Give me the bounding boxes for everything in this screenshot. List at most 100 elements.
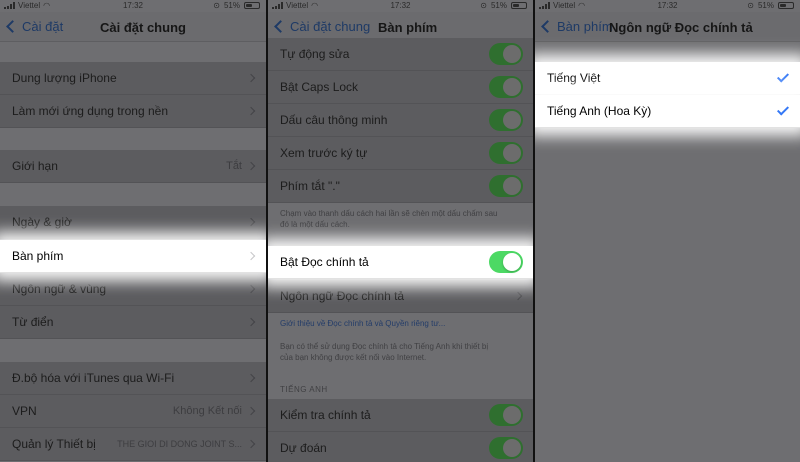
note-line: của bạn không được kết nối vào Internet. (280, 353, 427, 362)
chevron-right-icon (246, 73, 256, 83)
checkmark-icon (776, 70, 790, 83)
row-label: Ngôn ngữ & vùng (12, 282, 107, 296)
settings-row-dictation-languages[interactable]: Ngôn ngữ Đọc chính tả (268, 280, 533, 313)
toggle-row-auto-correct: Tự động sửa (268, 38, 533, 71)
toggle-row-caps-lock: Bật Caps Lock (268, 71, 533, 104)
battery-icon (511, 2, 527, 9)
chevron-left-icon (274, 20, 287, 33)
row-value: Tắt (226, 160, 242, 172)
row-label: Phím tắt "." (280, 179, 340, 193)
dictation-privacy-link[interactable]: Giới thiệu về Đọc chính tả và Quyền riên… (280, 318, 510, 329)
navigation-bar: Bàn phím Ngôn ngữ Đọc chính tả (535, 12, 800, 42)
row-label: VPN (12, 404, 37, 418)
row-label: Dấu câu thông minh (280, 113, 388, 127)
predictive-toggle[interactable] (489, 437, 523, 459)
language-row-english-us[interactable]: Tiếng Anh (Hoa Kỳ) (535, 95, 800, 128)
status-bar: Viettel ◠ 17:32 ⊙ 51% (268, 0, 533, 12)
chevron-right-icon (246, 317, 256, 327)
row-label: Tiếng Anh (Hoa Kỳ) (547, 104, 652, 118)
row-label: Ngôn ngữ Đọc chính tả (280, 289, 405, 303)
navigation-bar: Cài đặt Cài đặt chung (0, 12, 266, 42)
row-label: Bàn phím (12, 249, 64, 263)
back-label: Cài đặt chung (290, 19, 371, 34)
settings-row-storage[interactable]: Dung lượng iPhone (0, 62, 266, 95)
caps-lock-toggle[interactable] (489, 76, 523, 98)
period-shortcut-toggle[interactable] (489, 175, 523, 197)
row-label: Giới hạn (12, 159, 58, 173)
battery-percent: 51% (490, 1, 507, 10)
row-value: Không Kết nối (172, 405, 242, 417)
toggle-row-spell-check: Kiểm tra chính tả (268, 399, 533, 432)
back-button[interactable]: Bàn phím (541, 19, 613, 34)
chevron-left-icon (541, 20, 554, 33)
back-button[interactable]: Cài đặt chung (274, 19, 371, 34)
row-label: Từ điển (12, 315, 54, 329)
settings-row-dictionary[interactable]: Từ điển (0, 306, 266, 339)
battery-percent: 51% (757, 1, 774, 10)
rotation-lock-icon: ⊙ (747, 1, 754, 10)
page-title: Cài đặt chung (100, 20, 186, 35)
page-title: Ngôn ngữ Đọc chính tả (609, 20, 753, 35)
row-label: Dự đoán (280, 441, 327, 455)
chevron-right-icon (246, 106, 256, 116)
smart-punctuation-toggle[interactable] (489, 109, 523, 131)
chevron-right-icon (513, 291, 523, 301)
row-label: Tự động sửa (280, 47, 350, 61)
row-label: Làm mới ứng dụng trong nền (12, 104, 168, 118)
back-button[interactable]: Cài đặt (6, 19, 64, 34)
row-value: THE GIOI DI DONG JOINT S... (117, 439, 242, 449)
language-row-vietnamese[interactable]: Tiếng Việt (535, 62, 800, 95)
settings-row-keyboard[interactable]: Bàn phím (0, 240, 266, 273)
chevron-right-icon (246, 251, 256, 261)
page-title: Bàn phím (378, 20, 438, 35)
checkmark-icon (776, 103, 790, 116)
settings-row-date-time[interactable]: Ngày & giờ (0, 206, 266, 239)
toggle-row-enable-dictation: Bật Đọc chính tả (268, 246, 533, 279)
note-line: đó là một dấu cách. (280, 220, 350, 229)
battery-percent: 51% (223, 1, 240, 10)
toggle-row-character-preview: Xem trước ký tự (268, 137, 533, 170)
spell-check-toggle[interactable] (489, 404, 523, 426)
battery-icon (244, 2, 260, 9)
settings-row-device-management[interactable]: Quản lý Thiết bị THE GIOI DI DONG JOINT S… (0, 428, 266, 461)
note-line: Bạn có thể sử dụng Đọc chính tả cho Tiến… (280, 342, 489, 351)
back-label: Bàn phím (557, 19, 613, 34)
battery-icon (778, 2, 794, 9)
row-label: Kiểm tra chính tả (280, 408, 371, 422)
row-label: Ngày & giờ (12, 215, 72, 229)
chevron-right-icon (246, 373, 256, 383)
status-bar: Viettel ◠ 17:32 ⊙ 51% (0, 0, 266, 12)
note-line: Chạm vào thanh dấu cách hai lần sẽ chèn … (280, 209, 498, 218)
character-preview-toggle[interactable] (489, 142, 523, 164)
settings-row-restrictions[interactable]: Giới hạn Tắt (0, 150, 266, 183)
section-header-english: TIẾNG ANH (280, 385, 328, 394)
settings-row-language-region[interactable]: Ngôn ngữ & vùng (0, 273, 266, 306)
settings-row-vpn[interactable]: VPN Không Kết nối (0, 395, 266, 428)
keyboard-settings-panel: Viettel ◠ 17:32 ⊙ 51% Cài đặt chung Bàn ph… (268, 0, 533, 462)
general-settings-panel: Viettel ◠ 17:32 ⊙ 51% Cài đặt Cài đặt chun… (0, 0, 266, 462)
period-shortcut-note: Chạm vào thanh dấu cách hai lần sẽ chèn … (280, 208, 510, 230)
back-label: Cài đặt (22, 19, 64, 34)
toggle-row-smart-punctuation: Dấu câu thông minh (268, 104, 533, 137)
enable-dictation-toggle[interactable] (489, 251, 523, 273)
chevron-right-icon (246, 406, 256, 416)
row-label: Dung lượng iPhone (12, 71, 117, 85)
chevron-right-icon (246, 217, 256, 227)
offline-dictation-note: Bạn có thể sử dụng Đọc chính tả cho Tiến… (280, 341, 510, 363)
chevron-right-icon (246, 439, 256, 449)
row-label: Bật Caps Lock (280, 80, 359, 94)
row-label: Đ.bộ hóa với iTunes qua Wi-Fi (12, 371, 175, 385)
rotation-lock-icon: ⊙ (213, 1, 220, 10)
settings-row-itunes-wifi-sync[interactable]: Đ.bộ hóa với iTunes qua Wi-Fi (0, 362, 266, 395)
row-label: Xem trước ký tự (280, 146, 368, 160)
status-bar: Viettel ◠ 17:32 ⊙ 51% (535, 0, 800, 12)
toggle-row-period-shortcut: Phím tắt "." (268, 170, 533, 203)
chevron-left-icon (6, 20, 19, 33)
auto-correct-toggle[interactable] (489, 43, 523, 65)
settings-row-background-refresh[interactable]: Làm mới ứng dụng trong nền (0, 95, 266, 128)
rotation-lock-icon: ⊙ (480, 1, 487, 10)
dictation-languages-panel: Viettel ◠ 17:32 ⊙ 51% Bàn phím Ngôn ngữ Đọ… (535, 0, 800, 462)
row-label: Tiếng Việt (547, 71, 601, 85)
row-label: Bật Đọc chính tả (280, 255, 369, 269)
chevron-right-icon (246, 161, 256, 171)
